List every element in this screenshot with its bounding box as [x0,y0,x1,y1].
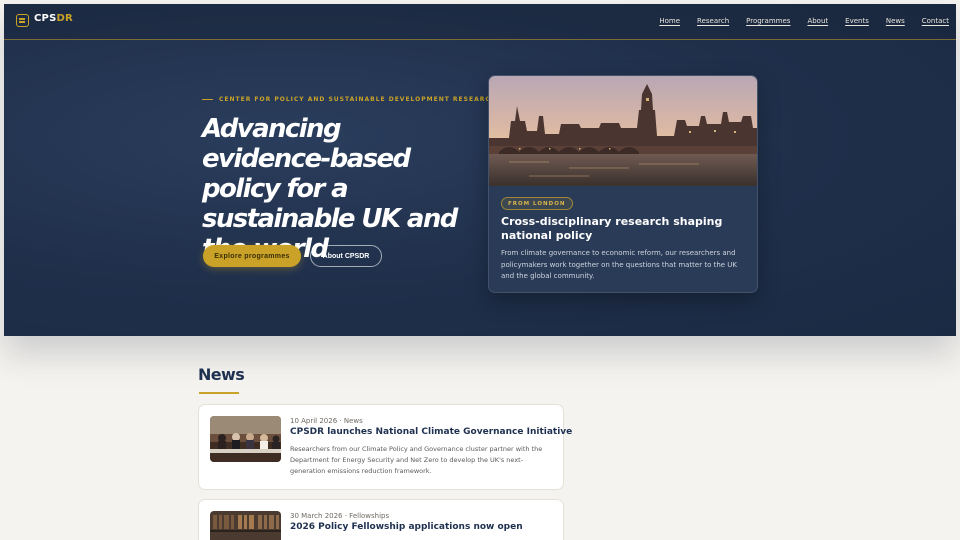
feature-card[interactable]: FROM LONDON Cross-disciplinary research … [488,75,758,293]
nav-link-research[interactable]: Research [697,17,729,25]
explore-programmes-button[interactable]: Explore programmes [203,245,301,267]
brand-logo[interactable]: CPSDR [34,13,73,24]
nav-link-home[interactable]: Home [659,17,680,25]
main-nav: Home Research Programmes About Events Ne… [659,17,949,25]
news-item-meta: 10 April 2026 · News [290,417,363,425]
location-badge: FROM LONDON [501,197,573,210]
news-item-meta: 30 March 2026 · Fellowships [290,512,390,520]
hero-section: CPSDR Home Research Programmes About Eve… [4,4,956,336]
news-title-underline [199,392,239,394]
london-westminster-photo [489,76,757,186]
feature-card-description: From climate governance to economic refo… [501,249,738,280]
news-thumbnail-panel-photo [210,416,281,462]
nav-link-about[interactable]: About [807,17,828,25]
news-item[interactable]: 30 March 2026 · Fellowships 2026 Policy … [198,499,564,540]
logo-icon[interactable] [16,14,29,27]
hero-eyebrow: CENTER FOR POLICY AND SUSTAINABLE DEVELO… [202,96,497,103]
about-button[interactable]: About CPSDR [310,245,382,267]
feature-card-title: Cross-disciplinary research shaping nati… [501,215,723,242]
news-section-title: News [198,365,245,384]
news-item[interactable]: 10 April 2026 · News CPSDR launches Nati… [198,404,572,490]
news-item-title[interactable]: CPSDR launches National Climate Governan… [290,427,572,437]
news-thumbnail-library-photo [210,511,281,540]
top-navigation-bar: CPSDR Home Research Programmes About Eve… [4,4,956,40]
news-item-body: Researchers from our Climate Policy and … [290,445,543,475]
nav-link-news[interactable]: News [886,17,905,25]
brand-name-accent: DR [56,13,73,24]
brand-name-prefix: CPS [34,13,57,24]
nav-link-programmes[interactable]: Programmes [746,17,790,25]
hero-headline: Advancing evidence-based policy for a su… [202,114,458,264]
eyebrow-rule [202,99,213,100]
eyebrow-text: CENTER FOR POLICY AND SUSTAINABLE DEVELO… [219,96,497,103]
nav-link-contact[interactable]: Contact [922,17,949,25]
nav-link-events[interactable]: Events [845,17,869,25]
news-item-title[interactable]: 2026 Policy Fellowship applications now … [290,522,555,532]
